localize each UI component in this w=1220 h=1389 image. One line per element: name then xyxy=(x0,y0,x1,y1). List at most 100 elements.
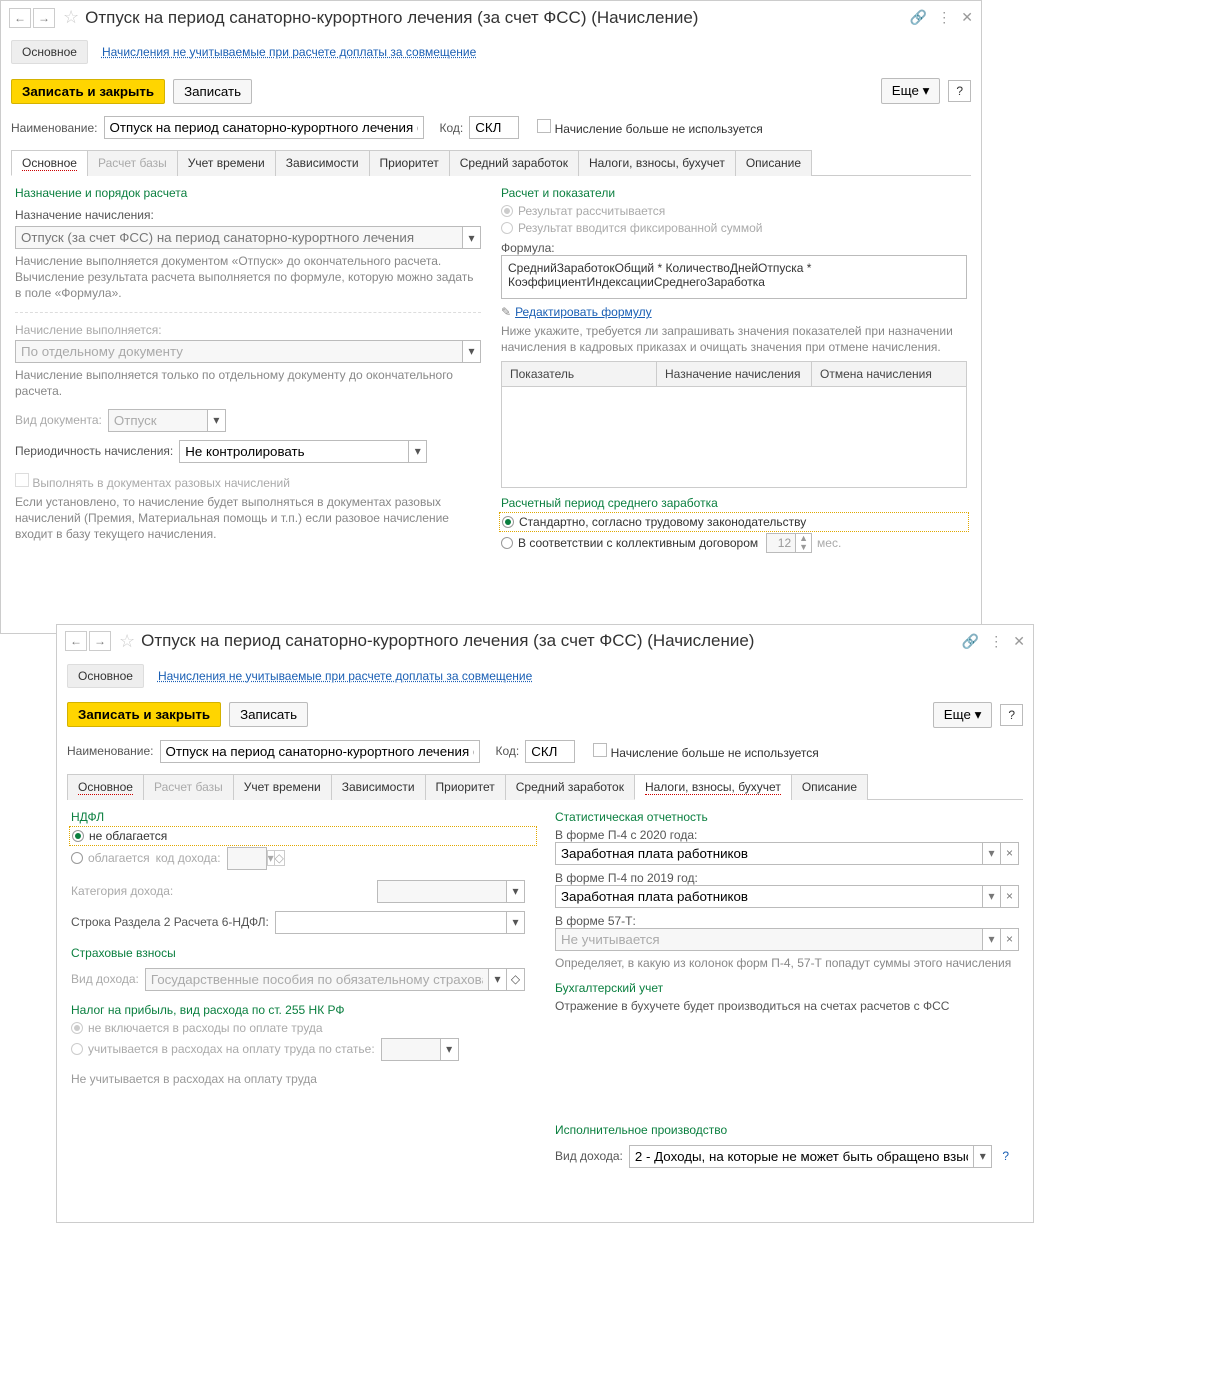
code-label: Код: xyxy=(496,744,520,758)
edit-formula-link[interactable]: Редактировать формулу xyxy=(515,305,652,319)
nav-forward[interactable]: → xyxy=(33,8,55,28)
sec-acc-title: Бухгалтерский учет xyxy=(555,981,1019,995)
window-1: ← → ☆ Отпуск на период санаторно-курортн… xyxy=(0,0,982,634)
chevron-down-icon: ▾ xyxy=(208,409,226,432)
radio-not-included xyxy=(71,1022,83,1034)
chevron-down-icon[interactable]: ▾ xyxy=(409,440,427,463)
tab-main[interactable]: Основное xyxy=(11,150,88,176)
tab-priority[interactable]: Приоритет xyxy=(369,150,450,176)
clear-icon[interactable]: × xyxy=(1001,928,1019,951)
f57t-select[interactable] xyxy=(555,928,983,951)
tab-time[interactable]: Учет времени xyxy=(177,150,276,176)
titlebar: ← → ☆ Отпуск на период санаторно-курортн… xyxy=(1,1,981,34)
tab-base[interactable]: Расчет базы xyxy=(143,774,234,800)
nav-forward[interactable]: → xyxy=(89,631,111,651)
help-icon[interactable]: ? xyxy=(1002,1149,1009,1163)
radio-period-collective[interactable] xyxy=(501,537,513,549)
chevron-down-icon[interactable]: ▾ xyxy=(463,226,481,249)
period-select[interactable] xyxy=(179,440,409,463)
months-input: 12 xyxy=(766,533,796,553)
tab-avg[interactable]: Средний заработок xyxy=(449,150,579,176)
menu-icon[interactable]: ⋮ xyxy=(989,633,1003,650)
p4-2019-select[interactable] xyxy=(555,885,983,908)
subnav-link[interactable]: Начисления не учитываемые при расчете до… xyxy=(102,45,476,59)
link-icon[interactable]: 🔗 xyxy=(962,633,979,650)
subnav-link[interactable]: Начисления не учитываемые при расчете до… xyxy=(158,669,532,683)
save-button[interactable]: Записать xyxy=(173,79,252,104)
chevron-down-icon[interactable]: ▾ xyxy=(983,842,1001,865)
tab-time[interactable]: Учет времени xyxy=(233,774,332,800)
acc-text: Отражение в бухучете будет производиться… xyxy=(555,999,1019,1013)
radio-period-std[interactable] xyxy=(502,516,514,528)
more-button[interactable]: Еще ▾ xyxy=(881,78,941,104)
subnav-main[interactable]: Основное xyxy=(11,40,88,64)
tab-desc[interactable]: Описание xyxy=(735,150,812,176)
name-label: Наименование: xyxy=(67,744,154,758)
sec-exec-title: Исполнительное производство xyxy=(555,1123,1019,1137)
row6-label: Строка Раздела 2 Расчета 6-НДФЛ: xyxy=(71,915,269,929)
radio-result-fixed xyxy=(501,222,513,234)
chevron-down-icon[interactable]: ▾ xyxy=(983,928,1001,951)
purpose-select[interactable] xyxy=(15,226,463,249)
help-button[interactable]: ? xyxy=(1000,704,1023,726)
tab-desc[interactable]: Описание xyxy=(791,774,868,800)
window-title: Отпуск на период санаторно-курортного ле… xyxy=(85,8,910,28)
help-button[interactable]: ? xyxy=(948,80,971,102)
exec-hint: Начисление выполняется только по отдельн… xyxy=(15,367,481,399)
income-code-input xyxy=(227,847,267,870)
radio-included xyxy=(71,1043,83,1055)
tab-tax[interactable]: Налоги, взносы, бухучет xyxy=(634,774,792,800)
chevron-down-icon: ▾ xyxy=(463,340,481,363)
once-checkbox xyxy=(15,473,29,487)
sec-ndfl-title: НДФЛ xyxy=(71,810,535,824)
name-input[interactable] xyxy=(104,116,424,139)
tab-tax[interactable]: Налоги, взносы, бухучет xyxy=(578,150,736,176)
clear-icon[interactable]: × xyxy=(1001,842,1019,865)
tab-avg[interactable]: Средний заработок xyxy=(505,774,635,800)
tab-deps[interactable]: Зависимости xyxy=(331,774,426,800)
article-select xyxy=(381,1038,441,1061)
save-close-button[interactable]: Записать и закрыть xyxy=(11,79,165,104)
nav-back[interactable]: ← xyxy=(9,8,31,28)
indicator-hint: Ниже укажите, требуется ли запрашивать з… xyxy=(501,323,967,355)
clear-icon[interactable]: × xyxy=(1001,885,1019,908)
nav-back[interactable]: ← xyxy=(65,631,87,651)
chevron-down-icon[interactable]: ▾ xyxy=(974,1145,992,1168)
close-icon[interactable]: ✕ xyxy=(1013,633,1025,650)
not-used-checkbox[interactable] xyxy=(593,743,607,757)
tabs: Основное Расчет базы Учет времени Зависи… xyxy=(67,773,1023,800)
code-input[interactable] xyxy=(469,116,519,139)
exec-select[interactable] xyxy=(629,1145,974,1168)
close-icon[interactable]: ✕ xyxy=(961,9,973,26)
row6-select[interactable] xyxy=(275,911,507,934)
not-used-label: Начисление больше не используется xyxy=(555,122,763,136)
once-hint: Если установлено, то начисление будет вы… xyxy=(15,494,481,543)
subnav: Основное Начисления не учитываемые при р… xyxy=(57,658,1033,694)
more-button[interactable]: Еще ▾ xyxy=(933,702,993,728)
chevron-down-icon[interactable]: ▾ xyxy=(507,911,525,934)
name-input[interactable] xyxy=(160,740,480,763)
favorite-icon[interactable]: ☆ xyxy=(63,7,79,28)
tab-main[interactable]: Основное xyxy=(67,774,144,800)
once-cb-label: Выполнять в документах разовых начислени… xyxy=(32,476,290,490)
not-used-checkbox[interactable] xyxy=(537,119,551,133)
chevron-down-icon[interactable]: ▾ xyxy=(983,885,1001,908)
menu-icon[interactable]: ⋮ xyxy=(937,9,951,26)
code-label: Код: xyxy=(440,121,464,135)
link-icon[interactable]: 🔗 xyxy=(910,9,927,26)
code-input[interactable] xyxy=(525,740,575,763)
sec-calc-title: Расчет и показатели xyxy=(501,186,967,200)
subnav-main[interactable]: Основное xyxy=(67,664,144,688)
chevron-down-icon: ▾ xyxy=(441,1038,459,1061)
radio-not-taxed[interactable] xyxy=(72,830,84,842)
sec-ins-title: Страховые взносы xyxy=(71,946,535,960)
p4-2020-select[interactable] xyxy=(555,842,983,865)
tab-deps[interactable]: Зависимости xyxy=(275,150,370,176)
save-button[interactable]: Записать xyxy=(229,702,308,727)
favorite-icon[interactable]: ☆ xyxy=(119,631,135,652)
tab-priority[interactable]: Приоритет xyxy=(425,774,506,800)
radio-taxed[interactable] xyxy=(71,852,83,864)
profit-note: Не учитывается в расходах на оплату труд… xyxy=(71,1071,535,1087)
save-close-button[interactable]: Записать и закрыть xyxy=(67,702,221,727)
tab-base[interactable]: Расчет базы xyxy=(87,150,178,176)
